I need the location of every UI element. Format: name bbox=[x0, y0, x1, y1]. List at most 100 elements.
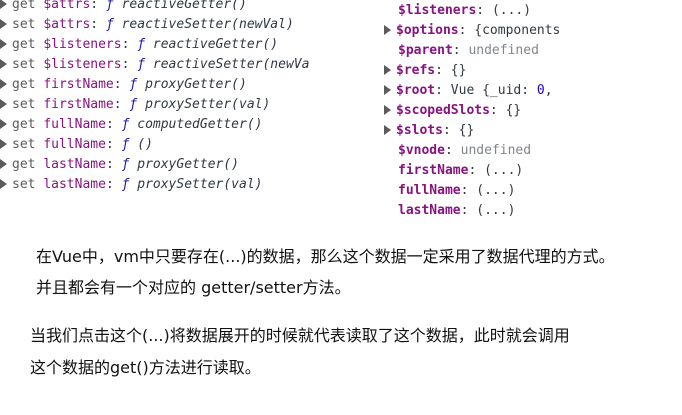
function-signature: proxySetter(val) bbox=[137, 177, 263, 192]
expand-triangle-icon[interactable] bbox=[384, 64, 391, 75]
colon: : bbox=[90, 0, 99, 12]
getter-row[interactable]: get fullName: ƒ computedGetter() bbox=[0, 115, 262, 135]
paragraph-2-line-1: 当我们点击这个(...)将数据展开的时候就代表读取了这个数据，此时就会调用 bbox=[30, 326, 570, 345]
getter-row[interactable]: get firstName: ƒ proxyGetter() bbox=[0, 75, 247, 95]
property-key: $vnode bbox=[398, 143, 445, 158]
function-signature: reactiveSetter(newVal) bbox=[121, 17, 294, 32]
setter-row[interactable]: set fullName: ƒ () bbox=[0, 135, 153, 155]
accessor-kind: set bbox=[12, 97, 36, 112]
expand-triangle-icon[interactable] bbox=[0, 138, 7, 149]
accessor-kind: get bbox=[12, 0, 36, 12]
property-value[interactable]: (...) bbox=[476, 203, 515, 218]
property-row: fullName: (...) bbox=[398, 181, 515, 201]
property-key: $listeners bbox=[398, 3, 477, 18]
property-value: undefined bbox=[460, 143, 532, 158]
setter-row[interactable]: set $attrs: ƒ reactiveSetter(newVal) bbox=[0, 15, 294, 35]
function-signature: proxyGetter() bbox=[145, 77, 247, 92]
expand-triangle-icon[interactable] bbox=[0, 78, 7, 89]
property-key: $refs bbox=[396, 63, 436, 78]
function-signature: proxyGetter() bbox=[137, 157, 239, 172]
expand-triangle-icon[interactable] bbox=[0, 118, 7, 129]
expand-triangle-icon[interactable] bbox=[0, 38, 7, 49]
colon: : bbox=[90, 17, 99, 32]
accessor-kind: set bbox=[12, 137, 36, 152]
expand-triangle-icon[interactable] bbox=[0, 178, 7, 189]
property-key: $root bbox=[396, 83, 436, 98]
property-key: firstName bbox=[398, 163, 469, 178]
property-value-number: 0 bbox=[536, 83, 545, 98]
colon: : bbox=[435, 63, 443, 78]
property-name: firstName bbox=[43, 77, 114, 92]
colon: : bbox=[460, 203, 469, 218]
function-symbol: ƒ bbox=[105, 17, 114, 32]
property-key: lastName bbox=[398, 203, 461, 218]
property-row[interactable]: $refs: {} bbox=[384, 61, 466, 81]
property-row[interactable]: $root: Vue {_uid: 0, bbox=[384, 81, 553, 101]
expand-triangle-icon[interactable] bbox=[384, 84, 391, 95]
expand-triangle-icon[interactable] bbox=[384, 124, 391, 135]
getter-row[interactable]: get lastName: ƒ proxyGetter() bbox=[0, 155, 239, 175]
property-key: $slots bbox=[396, 123, 443, 138]
property-name: $listeners bbox=[43, 37, 122, 52]
expand-triangle-icon[interactable] bbox=[0, 98, 7, 109]
function-signature: proxySetter(val) bbox=[145, 97, 271, 112]
expand-triangle-icon[interactable] bbox=[384, 104, 391, 115]
property-row[interactable]: $options: {components bbox=[384, 21, 560, 41]
property-value[interactable]: (...) bbox=[476, 183, 515, 198]
expand-triangle-icon[interactable] bbox=[384, 24, 391, 35]
function-signature: reactiveSetter(newVa bbox=[152, 57, 310, 72]
setter-row[interactable]: set lastName: ƒ proxySetter(val) bbox=[0, 175, 262, 195]
property-key: $scopedSlots bbox=[396, 103, 490, 118]
property-row[interactable]: $slots: {} bbox=[384, 121, 474, 141]
function-symbol: ƒ bbox=[121, 157, 130, 172]
colon: : bbox=[452, 43, 461, 58]
setter-row[interactable]: set firstName: ƒ proxySetter(val) bbox=[0, 95, 270, 115]
accessor-kind: get bbox=[12, 157, 36, 172]
expand-triangle-icon[interactable] bbox=[0, 58, 7, 69]
expand-triangle-icon[interactable] bbox=[0, 0, 7, 9]
accessor-kind: set bbox=[12, 17, 36, 32]
colon: : bbox=[113, 77, 122, 92]
property-name: $attrs bbox=[43, 0, 91, 12]
property-row: $vnode: undefined bbox=[398, 141, 531, 161]
colon: : bbox=[458, 23, 467, 38]
colon: : bbox=[105, 117, 114, 132]
property-value: {} bbox=[458, 123, 475, 138]
getter-row[interactable]: get $attrs: ƒ reactiveGetter() bbox=[0, 0, 247, 15]
property-name: $listeners bbox=[43, 57, 122, 72]
expand-triangle-icon[interactable] bbox=[0, 18, 7, 29]
property-value-suffix: , bbox=[544, 83, 553, 98]
function-signature: reactiveGetter() bbox=[121, 0, 247, 12]
property-name: lastName bbox=[43, 157, 106, 172]
function-symbol: ƒ bbox=[137, 37, 146, 52]
property-row: $listeners: (...) bbox=[398, 1, 531, 21]
property-name: $attrs bbox=[43, 17, 91, 32]
property-value[interactable]: (...) bbox=[492, 3, 531, 18]
accessor-kind: get bbox=[12, 117, 36, 132]
function-symbol: ƒ bbox=[129, 77, 138, 92]
property-value: {components bbox=[474, 23, 561, 38]
property-key: $options bbox=[396, 23, 459, 38]
property-value[interactable]: (...) bbox=[484, 163, 523, 178]
console-right-panel: $listeners: (...) $options: {components … bbox=[380, 0, 580, 222]
function-symbol: ƒ bbox=[121, 117, 130, 132]
getter-row[interactable]: get $listeners: ƒ reactiveGetter() bbox=[0, 35, 278, 55]
property-row[interactable]: $scopedSlots: {} bbox=[384, 101, 521, 121]
property-value: {} bbox=[505, 103, 522, 118]
colon: : bbox=[105, 137, 114, 152]
property-row: $parent: undefined bbox=[398, 41, 539, 61]
colon: : bbox=[105, 177, 114, 192]
expand-triangle-icon[interactable] bbox=[0, 158, 7, 169]
property-value: undefined bbox=[468, 43, 539, 58]
function-symbol: ƒ bbox=[121, 177, 130, 192]
property-row: lastName: (...) bbox=[398, 201, 515, 221]
accessor-kind: set bbox=[12, 177, 36, 192]
colon: : bbox=[444, 143, 453, 158]
accessor-kind: get bbox=[12, 77, 36, 92]
setter-row[interactable]: set $listeners: ƒ reactiveSetter(newVa bbox=[0, 55, 309, 75]
function-signature: reactiveGetter() bbox=[152, 37, 279, 52]
paragraph-2-line-2: 这个数据的get()方法进行读取。 bbox=[30, 358, 261, 377]
property-key: $parent bbox=[398, 43, 453, 58]
function-symbol: ƒ bbox=[137, 57, 146, 72]
paragraph-1-line-1: 在Vue中，vm中只要存在(...)的数据，那么这个数据一定采用了数据代理的方式… bbox=[36, 247, 615, 266]
